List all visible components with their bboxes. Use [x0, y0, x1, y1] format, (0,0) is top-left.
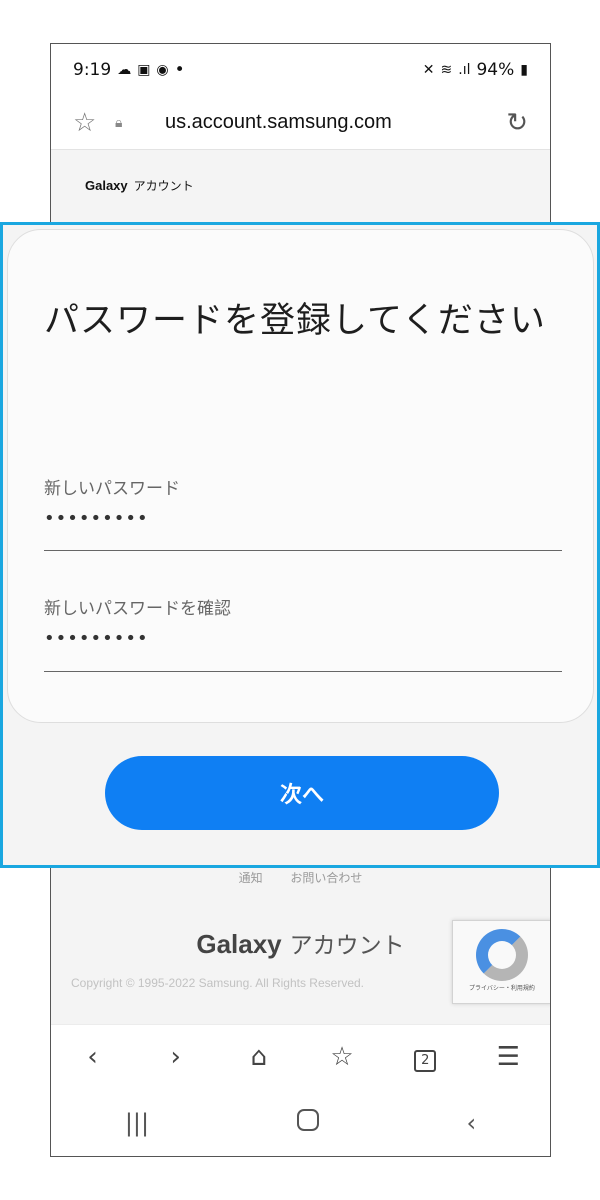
- battery-level: 94%: [476, 60, 515, 80]
- recaptcha-links[interactable]: プライバシー・利用規約: [453, 983, 550, 992]
- status-dot: •: [174, 60, 185, 80]
- url-address[interactable]: us.account.samsung.com: [165, 111, 506, 134]
- footer-link-contact[interactable]: お問い合わせ: [290, 871, 362, 885]
- status-bar: 9:19 ☁ ▣ ◉ • ✕ ≋ .ıl 94% ▮: [51, 44, 550, 96]
- back-arrow-icon[interactable]: ‹: [68, 1042, 118, 1072]
- new-password-label: 新しいパスワード: [44, 479, 180, 499]
- forward-arrow-icon[interactable]: ›: [151, 1042, 201, 1072]
- reload-icon[interactable]: ↻: [506, 108, 528, 138]
- status-time: 9:19: [73, 60, 112, 80]
- signal-icon: .ıl: [458, 62, 471, 78]
- system-back-icon[interactable]: ‹: [467, 1109, 477, 1137]
- recent-apps-icon[interactable]: |||: [125, 1109, 149, 1137]
- home-button[interactable]: [296, 1109, 319, 1137]
- footer-brand-sub: アカウント: [289, 933, 405, 959]
- new-password-input[interactable]: •••••••••: [44, 508, 149, 529]
- status-left: 9:19 ☁ ▣ ◉ •: [73, 60, 185, 80]
- mute-icon: ✕: [422, 62, 435, 78]
- highlight-overlay: パスワードを登録してください 新しいパスワード ••••••••• 新しいパスワ…: [0, 222, 600, 868]
- browser-toolbar: ‹ › ⌂ ☆ 2 ☰: [51, 1024, 550, 1088]
- home-icon[interactable]: ⌂: [234, 1042, 284, 1072]
- footer-brand-name: Galaxy: [196, 929, 282, 959]
- bookmarks-icon[interactable]: ☆: [317, 1042, 367, 1072]
- tabs-button[interactable]: 2: [400, 1041, 450, 1072]
- assistant-icon: ◉: [156, 62, 169, 78]
- confirm-password-underline: [44, 671, 562, 672]
- brand-header: Galaxy アカウント: [85, 177, 194, 194]
- bookmark-star-icon[interactable]: ☆: [73, 108, 115, 138]
- gallery-icon: ▣: [137, 62, 151, 78]
- brand-name: Galaxy: [85, 178, 128, 193]
- confirm-password-label: 新しいパスワードを確認: [44, 599, 231, 619]
- recaptcha-badge[interactable]: プライバシー・利用規約: [452, 920, 550, 1004]
- status-right: ✕ ≋ .ıl 94% ▮: [423, 60, 528, 80]
- next-button[interactable]: 次へ: [105, 756, 499, 830]
- footer-links: 通知 お問い合わせ: [51, 869, 550, 886]
- brand-sub: アカウント: [133, 179, 194, 193]
- confirm-password-input[interactable]: •••••••••: [44, 628, 149, 649]
- battery-icon: ▮: [520, 62, 528, 78]
- new-password-underline: [44, 550, 562, 551]
- system-navigation: ||| ‹: [51, 1088, 550, 1156]
- footer-link-notice[interactable]: 通知: [239, 871, 263, 885]
- url-bar: ☆ 🔒︎ us.account.samsung.com ↻: [51, 96, 550, 150]
- lock-icon[interactable]: 🔒︎: [115, 115, 165, 131]
- wifi-icon: ≋: [440, 62, 453, 78]
- menu-icon[interactable]: ☰: [483, 1042, 533, 1072]
- page-title: パスワードを登録してください: [44, 301, 546, 341]
- password-card: パスワードを登録してください 新しいパスワード ••••••••• 新しいパスワ…: [7, 229, 594, 723]
- recaptcha-icon: [476, 929, 528, 981]
- tabs-count: 2: [414, 1050, 437, 1072]
- home-square-icon: [296, 1109, 319, 1131]
- cloud-icon: ☁: [117, 62, 132, 78]
